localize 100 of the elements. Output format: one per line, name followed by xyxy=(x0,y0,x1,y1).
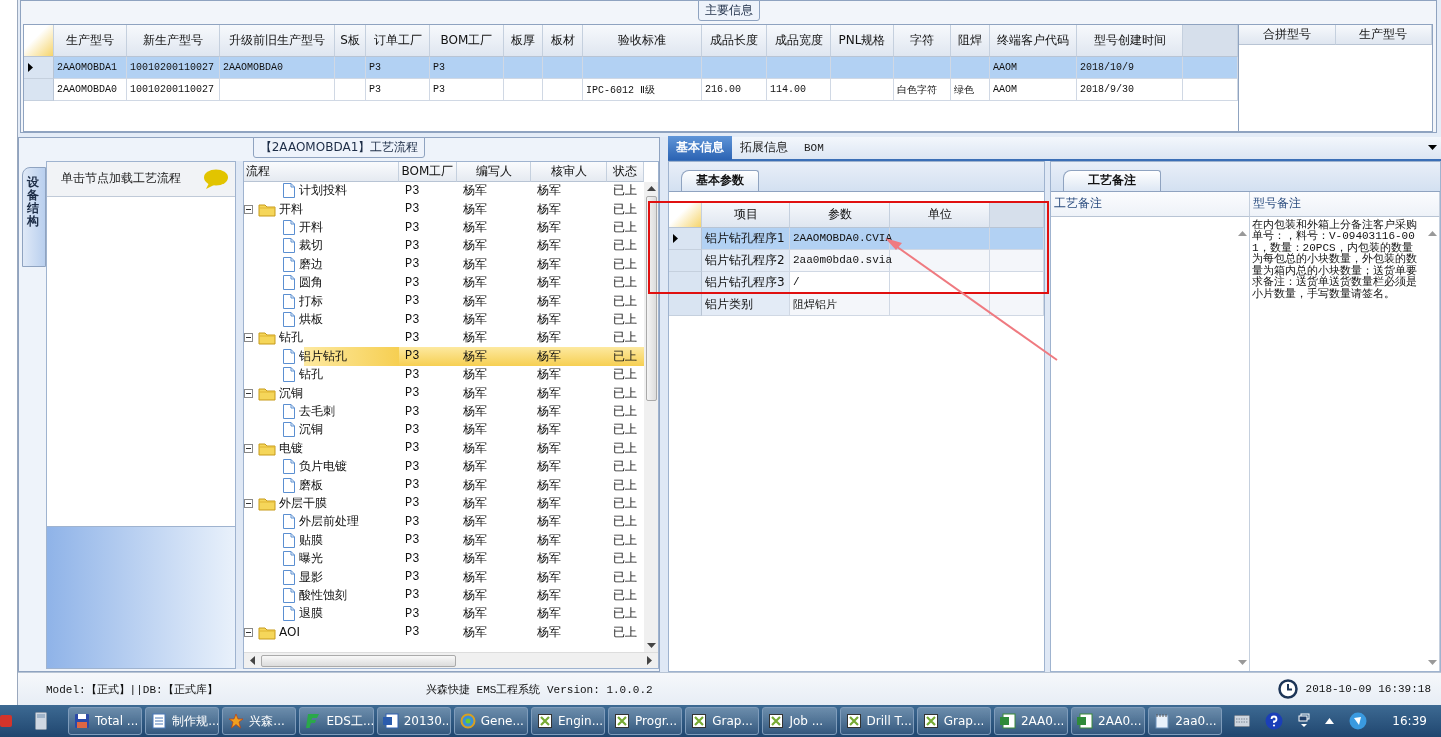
column-header[interactable]: 板材 xyxy=(543,25,583,57)
tree-node-label: 钻孔 xyxy=(279,329,303,347)
tree-row[interactable]: 贴膜 P3 杨军 杨军 已上 xyxy=(244,531,644,550)
taskbar-clock: 16:39 xyxy=(1392,714,1427,728)
tree-row[interactable]: 显影 P3 杨军 杨军 已上 xyxy=(244,567,644,587)
tree-row[interactable]: 计划投料 P3 杨军 杨军 已上 xyxy=(244,181,644,200)
tree-row[interactable]: 沉铜 P3 杨军 杨军 已上 xyxy=(244,420,644,440)
column-header[interactable]: 状态 xyxy=(607,161,644,182)
tree-row[interactable]: 钻孔 P3 杨军 杨军 已上 xyxy=(244,365,644,384)
column-header[interactable]: 参数 xyxy=(790,201,890,228)
taskbar-button[interactable]: Job ... xyxy=(762,707,837,735)
scroll-thumb[interactable] xyxy=(645,195,657,401)
table-cell: 216.00 xyxy=(702,79,767,101)
tree-row[interactable]: 圆角 P3 杨军 杨军 已上 xyxy=(244,273,644,292)
column-header[interactable]: PNL规格 xyxy=(831,25,894,57)
column-header[interactable]: 核审人 xyxy=(531,161,607,182)
table-row[interactable]: 铝片钻孔程序2 2aa0m0bda0.svia xyxy=(669,249,1044,272)
taskbar-button[interactable]: Drill T... xyxy=(839,707,914,735)
table-cell-text: P3 xyxy=(404,477,421,495)
column-header[interactable]: 阻焊 xyxy=(951,25,990,57)
collapse-icon[interactable] xyxy=(244,204,253,214)
tree-row[interactable]: 退膜 P3 杨军 杨军 已上 xyxy=(244,604,644,623)
column-header[interactable]: 工艺备注 xyxy=(1051,191,1250,217)
table-cell-text: P3 xyxy=(404,329,421,347)
column-header[interactable]: 新生产型号 xyxy=(127,25,220,57)
tab[interactable]: 拓展信息 xyxy=(732,135,796,160)
column-header[interactable]: 字符 xyxy=(894,25,951,57)
tree-row[interactable]: 开料 P3 杨军 杨军 已上 xyxy=(244,200,644,219)
column-header[interactable]: 项目 xyxy=(702,201,790,228)
taskbar-button[interactable]: 兴森... xyxy=(222,707,297,735)
taskbar-button[interactable]: 2AA0... xyxy=(1071,707,1146,735)
column-header[interactable]: 单位 xyxy=(890,201,990,228)
text-area[interactable]: 在内包装和外箱上分备注客户采购单号：，料号：V-09403116-001，数量：20PCS，内包装的数量为每包总的小块数量，外包装的数量为箱内总的小块数量；送货单要求备注：送货单送货数量栏必须是小片数量，手写数量请签名。 xyxy=(1250,216,1440,672)
taskbar-button[interactable]: Engin... xyxy=(530,707,606,735)
taskbar-button[interactable]: Grap... xyxy=(916,707,991,735)
column-header[interactable]: S板 xyxy=(335,25,366,57)
panel-tab[interactable]: 工艺备注 xyxy=(1063,169,1161,191)
taskbar-button[interactable]: Progr... xyxy=(608,707,683,735)
column-header[interactable]: 成品长度 xyxy=(702,25,767,57)
tree-row[interactable]: 去毛刺 P3 杨军 杨军 已上 xyxy=(244,402,644,421)
collapse-icon[interactable] xyxy=(244,388,253,398)
tree-row[interactable]: 曝光 P3 杨军 杨军 已上 xyxy=(244,549,644,568)
tree-row[interactable]: 烘板 P3 杨军 杨军 已上 xyxy=(244,310,644,329)
column-header[interactable]: 成品宽度 xyxy=(767,25,831,57)
tree-row[interactable]: AOI P3 杨军 杨军 已上 xyxy=(244,623,644,642)
taskbar-button[interactable]: Gene... xyxy=(453,707,528,735)
column-header[interactable]: 型号备注 xyxy=(1250,191,1440,217)
tree-row[interactable]: 磨板 P3 杨军 杨军 已上 xyxy=(244,475,644,495)
column-header[interactable]: 合拼型号 xyxy=(1239,25,1336,45)
taskbar-button[interactable]: 2AA0... xyxy=(993,707,1069,735)
tab[interactable]: BOM xyxy=(796,135,832,160)
taskbar-button[interactable]: Total ... xyxy=(68,707,143,735)
table-cell: 114.00 xyxy=(767,79,831,101)
collapse-icon[interactable] xyxy=(244,498,253,508)
column-header[interactable]: 订单工厂 xyxy=(366,25,430,57)
table-cell-text: 杨军 xyxy=(462,238,488,256)
taskbar-button[interactable]: Grap... xyxy=(685,707,760,735)
column-header[interactable]: 升级前旧生产型号 xyxy=(220,25,335,57)
taskbar-button[interactable]: 20130... xyxy=(376,707,451,735)
column-header[interactable]: BOM工厂 xyxy=(399,161,457,182)
tree-row[interactable]: 电镀 P3 杨军 杨军 已上 xyxy=(244,439,644,458)
tree-row[interactable]: 负片电镀 P3 杨军 杨军 已上 xyxy=(244,457,644,476)
taskbar-button[interactable]: 2aa0... xyxy=(1148,707,1223,735)
tree-row[interactable]: 打标 P3 杨军 杨军 已上 xyxy=(244,291,644,311)
collapse-icon[interactable] xyxy=(244,627,253,637)
tree-row[interactable]: 裁切 P3 杨军 杨军 已上 xyxy=(244,236,644,256)
taskbar-button[interactable]: 制作规... xyxy=(145,707,220,735)
table-row[interactable]: 2AAOMOBDA1 10010200110027 2AAOMOBDA0 P3 P3 AAOM 2018/10/9 xyxy=(24,57,1238,79)
table-row[interactable]: 铝片钻孔程序3 / xyxy=(669,271,1044,294)
column-header[interactable]: 编写人 xyxy=(457,161,531,182)
scroll-thumb[interactable] xyxy=(261,654,456,667)
tree-row[interactable]: 铝片钻孔 P3 杨军 杨军 已上 xyxy=(244,347,644,366)
column-header[interactable]: 终端客户代码 xyxy=(990,25,1077,57)
column-header[interactable]: BOM工厂 xyxy=(430,25,504,57)
scrollbar[interactable] xyxy=(244,652,658,669)
column-header[interactable]: 流程 xyxy=(244,161,399,182)
column-header[interactable]: 型号创建时间 xyxy=(1077,25,1183,57)
tab[interactable]: 基本信息 xyxy=(668,135,732,160)
scrollbar[interactable] xyxy=(644,181,658,653)
tree-row[interactable]: 外层前处理 P3 杨军 杨军 已上 xyxy=(244,512,644,532)
table-row[interactable]: 2AAOMOBDA0 10010200110027 P3 P3 IPC-6012 Ⅱ级 216.00 114.00 白色字符 绿色 AAOM 2018/9/30 xyxy=(24,79,1238,101)
tree-row[interactable]: 开料 P3 杨军 杨军 已上 xyxy=(244,218,644,237)
tree-row[interactable]: 磨边 P3 杨军 杨军 已上 xyxy=(244,255,644,274)
tree-row[interactable]: 酸性蚀刻 P3 杨军 杨军 已上 xyxy=(244,586,644,605)
taskbar-button[interactable]: EDS工... xyxy=(299,707,374,735)
tree-row[interactable]: 外层干膜 P3 杨军 杨军 已上 xyxy=(244,494,644,513)
column-header[interactable]: 板厚 xyxy=(504,25,543,57)
table-row[interactable]: 铝片钻孔程序1 2AAOMOBDA0.CVIA xyxy=(669,227,1044,250)
collapse-icon[interactable] xyxy=(244,333,253,343)
panel-tab[interactable]: 基本参数 xyxy=(681,169,759,191)
column-header[interactable]: 验收标准 xyxy=(583,25,702,57)
table-cell-text: 已上 xyxy=(612,477,638,495)
splitter[interactable] xyxy=(1045,160,1050,673)
collapse-icon[interactable] xyxy=(244,443,253,453)
column-header[interactable]: 生产型号 xyxy=(54,25,127,57)
side-tab[interactable]: 设备结构 xyxy=(22,166,46,267)
table-row[interactable]: 铝片类别 阻焊铝片 xyxy=(669,293,1044,316)
tree-row[interactable]: 钻孔 P3 杨军 杨军 已上 xyxy=(244,328,644,348)
column-header[interactable]: 生产型号 xyxy=(1335,25,1432,45)
tree-row[interactable]: 沉铜 P3 杨军 杨军 已上 xyxy=(244,383,644,403)
